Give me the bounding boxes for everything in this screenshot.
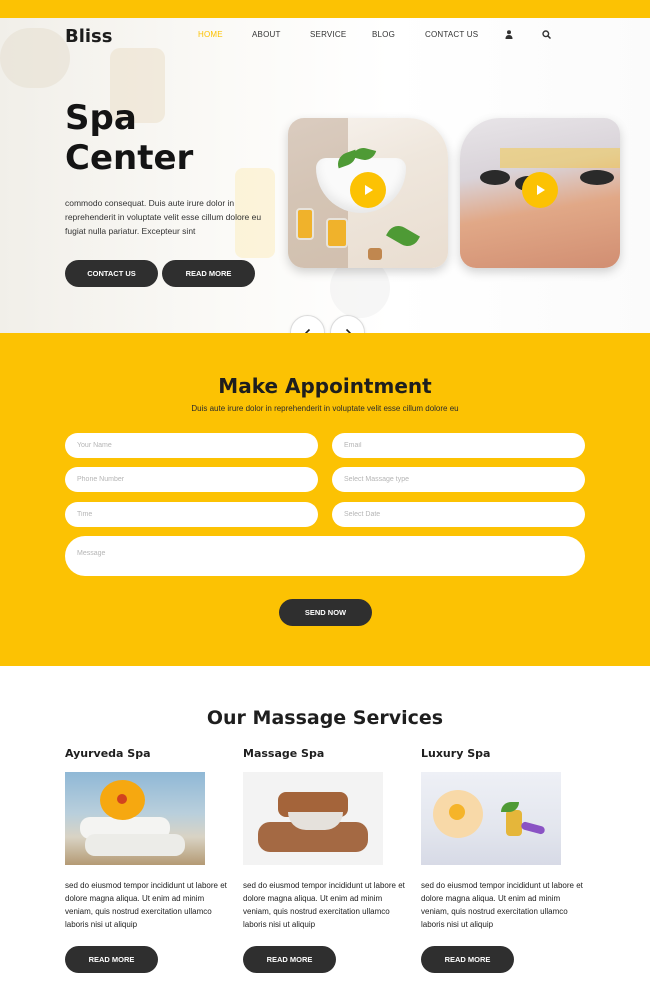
leaf bbox=[386, 221, 420, 251]
hero-video-thumbnail-2[interactable] bbox=[460, 118, 620, 268]
play-button[interactable] bbox=[522, 172, 558, 208]
service-image-luxury[interactable] bbox=[421, 772, 561, 865]
hero-title-line1: Spa bbox=[65, 98, 137, 138]
play-icon bbox=[537, 185, 545, 195]
service-description: sed do eiusmod tempor incididunt ut labo… bbox=[65, 881, 227, 929]
cork bbox=[368, 248, 382, 260]
top-accent-bar bbox=[0, 0, 650, 18]
candle-glow bbox=[500, 148, 620, 168]
message-field[interactable] bbox=[65, 536, 585, 576]
service-description: sed do eiusmod tempor incididunt ut labo… bbox=[421, 881, 583, 929]
service-read-more-button[interactable]: READ MORE bbox=[243, 946, 336, 973]
hero-read-more-button[interactable]: READ MORE bbox=[162, 260, 255, 287]
nav-blog[interactable]: BLOG bbox=[372, 30, 395, 39]
slider-prev-button[interactable] bbox=[290, 315, 325, 333]
time-field[interactable] bbox=[65, 502, 318, 527]
service-name: Luxury Spa bbox=[421, 747, 491, 760]
hero-title: Spa Center bbox=[65, 98, 265, 178]
service-read-more-button[interactable]: READ MORE bbox=[65, 946, 158, 973]
oil-bottle bbox=[326, 218, 348, 248]
nav-service[interactable]: SERVICE bbox=[310, 30, 346, 39]
play-icon bbox=[365, 185, 373, 195]
hero-video-thumbnail-1[interactable] bbox=[288, 118, 448, 268]
service-card-ayurveda: Ayurveda Spa sed do eiusmod tempor incid… bbox=[65, 747, 235, 973]
service-image-massage[interactable] bbox=[243, 772, 383, 865]
oil-bottle bbox=[296, 208, 314, 240]
hero-section: Bliss HOME ABOUT SERVICE BLOG CONTACT US… bbox=[0, 18, 650, 333]
appointment-section: Make Appointment Duis aute irure dolor i… bbox=[0, 333, 650, 666]
services-title: Our Massage Services bbox=[206, 707, 444, 729]
appointment-title: Make Appointment bbox=[218, 374, 432, 398]
service-card-luxury: Luxury Spa sed do eiusmod tempor incidid… bbox=[421, 747, 591, 973]
flower-center bbox=[449, 804, 465, 820]
service-read-more-button[interactable]: READ MORE bbox=[421, 946, 514, 973]
hot-stone bbox=[480, 170, 510, 185]
hot-stone bbox=[580, 170, 614, 185]
nav-contact-us[interactable]: CONTACT US bbox=[425, 30, 478, 39]
service-name: Massage Spa bbox=[243, 747, 325, 760]
nav-home[interactable]: HOME bbox=[198, 30, 223, 39]
service-description: sed do eiusmod tempor incididunt ut labo… bbox=[243, 881, 405, 929]
service-name: Ayurveda Spa bbox=[65, 747, 151, 760]
name-field[interactable] bbox=[65, 433, 318, 458]
nav-about[interactable]: ABOUT bbox=[252, 30, 281, 39]
service-image-ayurveda[interactable] bbox=[65, 772, 205, 865]
email-field[interactable] bbox=[332, 433, 585, 458]
contact-us-button[interactable]: CONTACT US bbox=[65, 260, 158, 287]
date-field[interactable] bbox=[332, 502, 585, 527]
phone-field[interactable] bbox=[65, 467, 318, 492]
oil-bottle bbox=[506, 810, 522, 836]
flower-center bbox=[117, 794, 127, 804]
massage-type-select[interactable] bbox=[332, 467, 585, 492]
user-icon[interactable] bbox=[505, 30, 513, 39]
hero-background-decor bbox=[0, 28, 70, 88]
service-card-massage: Massage Spa sed do eiusmod tempor incidi… bbox=[243, 747, 413, 973]
hero-description: commodo consequat. Duis aute irure dolor… bbox=[65, 198, 262, 236]
play-button[interactable] bbox=[350, 172, 386, 208]
appointment-subtitle: Duis aute irure dolor in reprehenderit i… bbox=[191, 404, 459, 413]
search-icon[interactable] bbox=[542, 30, 551, 39]
towel bbox=[85, 834, 185, 856]
purple-petal bbox=[520, 821, 546, 835]
send-now-button[interactable]: SEND NOW bbox=[279, 599, 372, 626]
hero-title-line2: Center bbox=[65, 138, 194, 178]
site-logo[interactable]: Bliss bbox=[65, 26, 113, 47]
